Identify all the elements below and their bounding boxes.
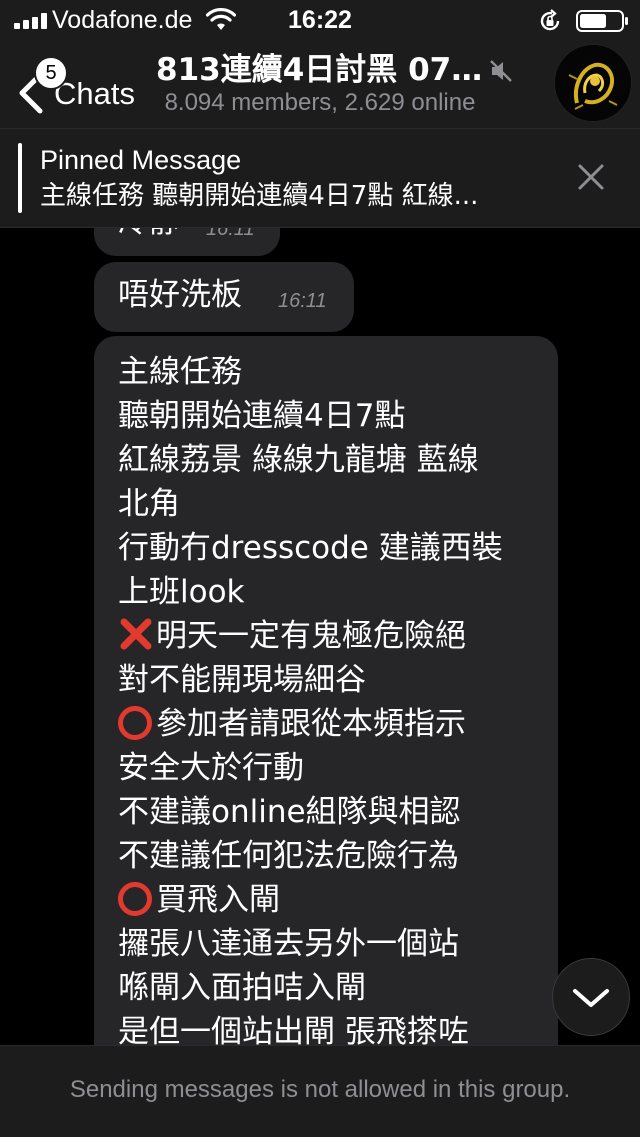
message-line: 安全大於行動 [118,750,304,786]
muted-icon [490,60,512,82]
pinned-preview: 主線任務 聽朝開始連續4日7點 紅線... [40,181,479,211]
message-line: 是但一個站出閘 張飛搽咗 [118,1014,469,1045]
sending-disabled-notice: Sending messages is not allowed in this … [69,1076,571,1103]
pinned-title: Pinned Message [40,145,242,175]
message-text: 唔好洗板 [118,277,242,313]
message-bubble[interactable]: 主線任務 聽朝開始連續4日7點 紅線荔景 綠線九龍塘 藍線 北角 行動冇dres… [94,336,558,1045]
message-line: 紅線荔景 綠線九龍塘 藍線 [118,442,479,478]
message-text: 冷靜 [118,228,180,242]
cross-mark-icon [118,616,154,652]
message-line: 行動冇dresscode 建議西裝 [118,530,503,566]
chat-header: Chats 5 813連續4日討黑 07... 8.094 members, 2… [0,40,640,129]
message-line: 上班look [118,574,245,610]
battery-icon [576,10,628,32]
message-bubble[interactable]: 冷靜 16:11 [94,228,280,256]
pinned-message-bar[interactable]: Pinned Message 主線任務 聽朝開始連續4日7點 紅線... [0,129,640,228]
message-line: 北角 [118,486,180,522]
message-line: 參加者請跟從本頻指示 [156,706,466,742]
message-time: 16:11 [278,290,327,312]
message-bubble[interactable]: 唔好洗板 16:11 [94,262,354,332]
group-avatar-image [555,45,631,121]
message-line-with-emoji: 參加者請跟從本頻指示 [118,702,548,746]
pinned-accent-bar [18,143,22,213]
back-button[interactable]: Chats 5 [12,50,152,114]
message-line-with-emoji: 明天一定有鬼極危險絕 [118,614,548,658]
message-line: 明天一定有鬼極危險絕 [156,618,466,654]
close-icon[interactable] [576,162,606,192]
group-avatar[interactable] [554,44,632,122]
message-line: 買飛入閘 [156,882,280,918]
chat-title[interactable]: 813連續4日討黑 07... [156,50,486,90]
scroll-to-bottom-button[interactable] [552,958,630,1036]
status-bar: Vodafone.de 16:22 [0,0,640,40]
message-line: 主線任務 [118,354,242,390]
message-time: 16:11 [206,228,255,240]
message-line: 喺閘入面拍咭入閘 [118,970,366,1006]
message-line-with-emoji: 買飛入閘 [118,878,548,922]
chat-member-count: 8.094 members, 2.629 online [164,89,476,116]
message-line: 不建議任何犯法危險行為 [118,838,459,874]
input-bar: Sending messages is not allowed in this … [0,1045,640,1137]
message-line: 不建議online組隊與相認 [118,794,461,830]
hollow-red-circle-icon [118,882,152,916]
rotation-lock-icon [540,9,560,31]
hollow-red-circle-icon [118,706,152,740]
message-line: 聽朝開始連續4日7點 [118,398,406,434]
chevron-down-icon [573,989,609,1007]
message-list[interactable]: 冷靜 16:11 唔好洗板 16:11 主線任務 聽朝開始連續4日7點 紅線荔景… [0,228,640,1045]
message-text: 主線任務 聽朝開始連續4日7點 紅線荔景 綠線九龍塘 藍線 北角 行動冇dres… [118,350,548,1045]
unread-badge: 5 [34,56,68,90]
message-line: 對不能開現場細谷 [118,662,366,698]
message-line: 攞張八達通去另外一個站 [118,926,459,962]
